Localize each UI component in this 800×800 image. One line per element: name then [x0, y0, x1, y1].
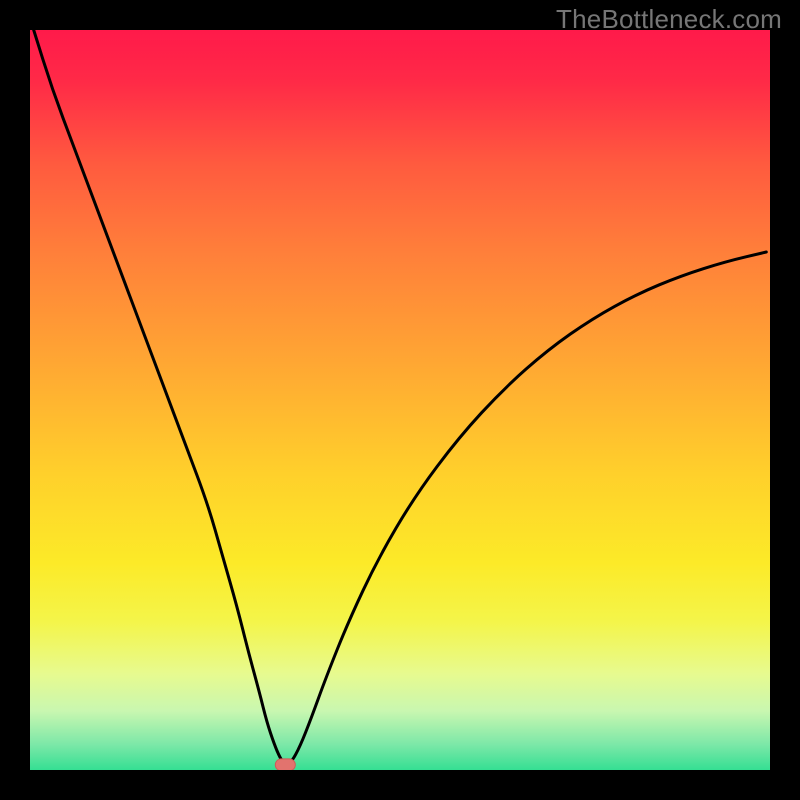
- optimal-point-marker: [275, 759, 295, 770]
- gradient-background: [30, 30, 770, 770]
- plot-area: [30, 30, 770, 770]
- chart-frame: TheBottleneck.com: [0, 0, 800, 800]
- bottleneck-chart: [30, 30, 770, 770]
